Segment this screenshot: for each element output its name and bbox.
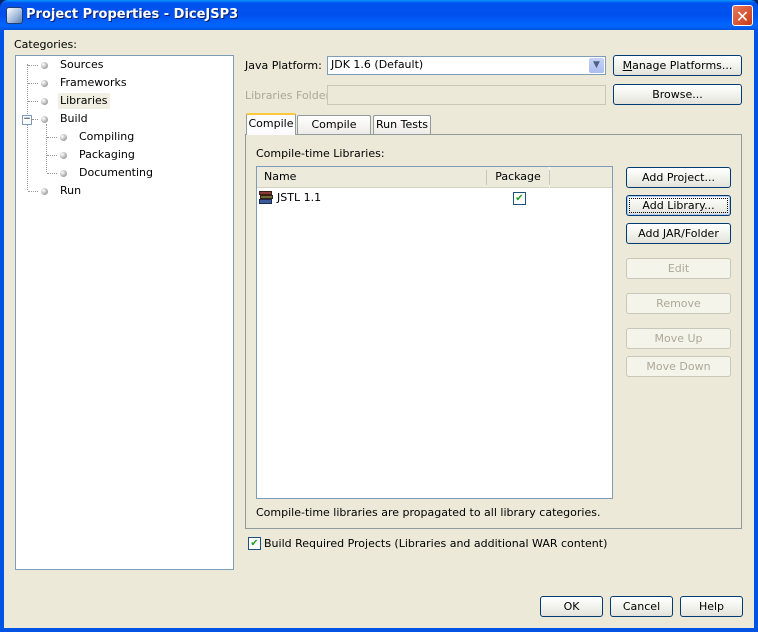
window-title: Project Properties - DiceJSP3	[26, 7, 239, 22]
cancel-button[interactable]: Cancel	[610, 596, 673, 617]
libraries-folder-input[interactable]	[327, 85, 606, 105]
node-bullet-icon	[41, 62, 48, 69]
libraries-table[interactable]: Name Package JSTL 1.1 ✔	[256, 166, 613, 499]
column-header-name[interactable]: Name	[257, 167, 493, 188]
add-jar-folder-button[interactable]: Add JAR/Folder	[626, 223, 731, 244]
node-bullet-icon	[60, 170, 67, 177]
table-row[interactable]: JSTL 1.1 ✔	[257, 188, 612, 208]
build-required-checkbox[interactable]: ✔	[248, 537, 261, 550]
tree-item-compiling[interactable]: Compiling	[77, 129, 136, 145]
package-checkbox[interactable]: ✔	[513, 192, 526, 205]
tree-item-packaging[interactable]: Packaging	[77, 147, 137, 163]
dialog-body: Categories: − Sources Frameworks Librari…	[4, 30, 754, 628]
build-required-label[interactable]: Build Required Projects (Libraries and a…	[264, 537, 607, 550]
tree-connector	[47, 137, 57, 138]
move-down-button[interactable]: Move Down	[626, 356, 731, 377]
tree-item-sources[interactable]: Sources	[58, 57, 106, 73]
tree-connector	[28, 65, 38, 66]
categories-tree[interactable]: − Sources Frameworks Libraries Build Com…	[15, 55, 234, 570]
tree-connector	[28, 101, 38, 102]
node-bullet-icon	[41, 98, 48, 105]
tree-connector	[46, 124, 47, 172]
tree-item-run[interactable]: Run	[58, 183, 83, 199]
tree-connector	[28, 83, 38, 84]
ok-button[interactable]: OK	[540, 596, 603, 617]
tree-connector	[47, 155, 57, 156]
tree-item-documenting[interactable]: Documenting	[77, 165, 155, 181]
edit-button[interactable]: Edit	[626, 258, 731, 279]
libraries-folder-label: Libraries Folder:	[245, 89, 334, 102]
netbeans-cube-icon	[6, 7, 23, 24]
node-bullet-icon	[41, 116, 48, 123]
compile-time-libraries-label: Compile-time Libraries:	[256, 147, 385, 160]
compile-tab-panel: Compile-time Libraries: Name Package JST…	[245, 134, 742, 529]
add-library-button[interactable]: Add Library...	[626, 195, 731, 216]
tree-item-build[interactable]: Build	[58, 111, 90, 127]
column-header-filler	[550, 167, 612, 188]
categories-label: Categories:	[14, 38, 77, 51]
close-button[interactable]: ✕	[732, 5, 753, 26]
java-platform-value: JDK 1.6 (Default)	[331, 58, 424, 71]
tree-item-libraries[interactable]: Libraries	[58, 93, 110, 109]
chevron-down-icon[interactable]: ▼	[589, 58, 604, 73]
tab-compile-tests[interactable]: Compile Tests	[297, 115, 371, 149]
add-project-button[interactable]: Add Project...	[626, 167, 731, 188]
project-properties-dialog: Project Properties - DiceJSP3 ✕ Categori…	[0, 0, 758, 632]
column-header-package[interactable]: Package	[487, 167, 549, 188]
browse-button[interactable]: Browse...	[613, 84, 742, 105]
tab-compile[interactable]: Compile	[246, 113, 296, 135]
manage-platforms-button[interactable]: Manage Platforms...	[613, 55, 742, 76]
label-text: ava Platform:	[248, 59, 322, 72]
node-bullet-icon	[60, 152, 67, 159]
java-platform-select[interactable]: JDK 1.6 (Default) ▼	[327, 56, 606, 75]
mnemonic: M	[622, 59, 633, 72]
title-bar[interactable]: Project Properties - DiceJSP3 ✕	[0, 0, 758, 30]
remove-button[interactable]: Remove	[626, 293, 731, 314]
tab-run-tests[interactable]: Run Tests	[373, 115, 431, 134]
tree-connector	[47, 173, 57, 174]
java-platform-label: Java Platform:	[245, 59, 322, 72]
library-name: JSTL 1.1	[277, 191, 322, 204]
node-bullet-icon	[60, 134, 67, 141]
move-up-button[interactable]: Move Up	[626, 328, 731, 349]
library-books-icon	[259, 191, 273, 204]
help-button[interactable]: Help	[680, 596, 743, 617]
propagation-note: Compile-time libraries are propagated to…	[256, 506, 601, 519]
tree-connector	[32, 119, 38, 120]
button-label: anage Platforms...	[632, 59, 733, 72]
tree-item-frameworks[interactable]: Frameworks	[58, 75, 129, 91]
collapse-build-toggle[interactable]: −	[22, 115, 32, 125]
node-bullet-icon	[41, 188, 48, 195]
tree-connector	[28, 191, 38, 192]
node-bullet-icon	[41, 80, 48, 87]
